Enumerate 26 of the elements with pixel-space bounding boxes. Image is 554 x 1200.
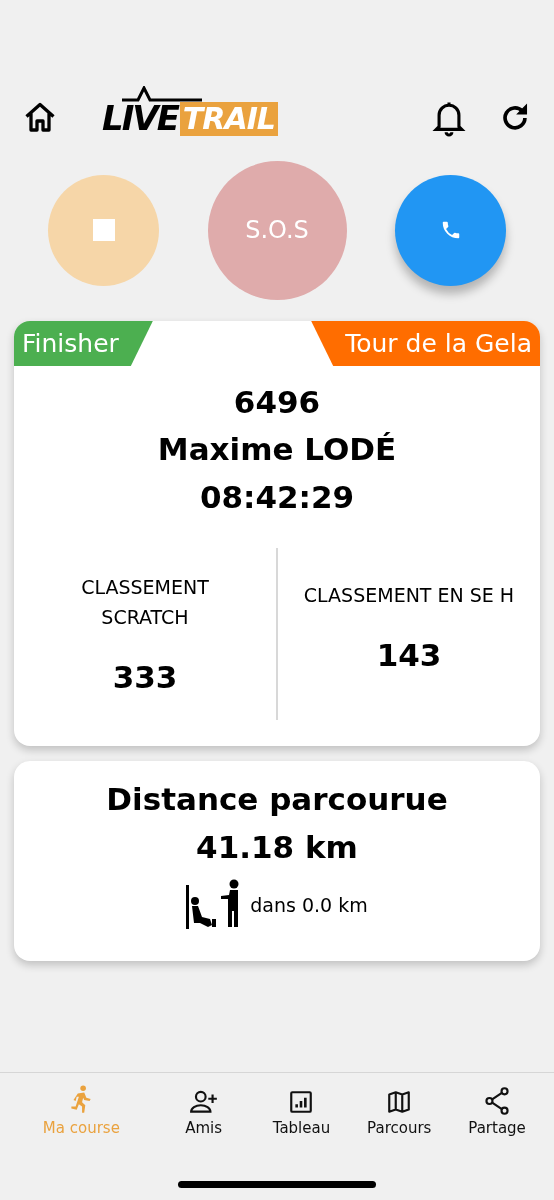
map-icon bbox=[386, 1089, 413, 1115]
chart-icon bbox=[288, 1089, 315, 1115]
race-tag: Tour de la Gela bbox=[311, 321, 540, 366]
bell-icon[interactable] bbox=[432, 99, 466, 137]
next-aid-distance: dans 0.0 km bbox=[250, 892, 368, 918]
ranking-value: 143 bbox=[376, 636, 442, 675]
ranking-label: CLASSEMENT EN SE H bbox=[302, 583, 516, 608]
ranking-value: 333 bbox=[112, 658, 178, 697]
ranking-label: CLASSEMENT SCRATCH bbox=[80, 575, 210, 630]
status-tag: Finisher bbox=[14, 321, 153, 366]
nav-tab[interactable]: Tableau bbox=[252, 1085, 351, 1200]
call-button[interactable] bbox=[395, 174, 506, 286]
nav-tab[interactable]: Parcours bbox=[350, 1085, 449, 1200]
share-icon bbox=[484, 1087, 511, 1115]
nav-tab[interactable]: Amis bbox=[154, 1085, 253, 1200]
distance-value: 41.18 km bbox=[196, 828, 358, 867]
logo-text: LIVE bbox=[102, 100, 178, 136]
logo-text: TRAIL bbox=[179, 102, 278, 136]
runner-name: Maxime LODÉ bbox=[156, 430, 398, 469]
distance-title: Distance parcourue bbox=[106, 780, 448, 819]
stop-icon bbox=[92, 219, 115, 241]
nav-tab[interactable]: Partage bbox=[448, 1085, 546, 1200]
add-person-icon bbox=[188, 1089, 219, 1115]
bib-number: 6496 bbox=[232, 383, 322, 422]
pulse-icon bbox=[122, 86, 202, 104]
finish-time: 08:42:29 bbox=[198, 478, 356, 517]
